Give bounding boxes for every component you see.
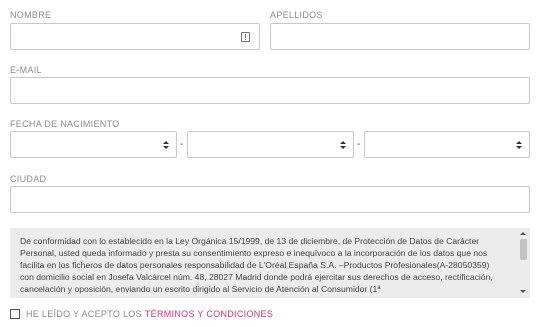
select-arrows-icon bbox=[163, 141, 169, 151]
year-select[interactable] bbox=[364, 131, 530, 158]
keyboard-warning-icon bbox=[241, 32, 250, 42]
consent-row: HE LEÍDO Y ACEPTO LOS TÉRMINOS Y CONDICI… bbox=[10, 309, 273, 319]
ciudad-input[interactable] bbox=[10, 186, 530, 213]
month-select[interactable] bbox=[187, 131, 354, 158]
nombre-input[interactable] bbox=[10, 23, 260, 50]
date-separator: - bbox=[357, 139, 361, 150]
scroll-thumb[interactable] bbox=[520, 239, 527, 260]
terms-link[interactable]: TÉRMINOS Y CONDICIONES bbox=[145, 309, 273, 319]
nombre-label: NOMBRE bbox=[10, 10, 52, 20]
terms-checkbox[interactable] bbox=[10, 309, 20, 319]
legal-text: De conformidad con lo establecido en la … bbox=[20, 236, 493, 295]
select-arrows-icon bbox=[340, 141, 346, 151]
ciudad-label: CIUDAD bbox=[10, 174, 47, 184]
select-arrows-icon bbox=[516, 141, 522, 151]
email-label: E-MAIL bbox=[10, 65, 42, 75]
date-separator: - bbox=[180, 139, 184, 150]
scroll-up-icon[interactable] bbox=[520, 232, 526, 235]
email-input[interactable] bbox=[10, 77, 530, 104]
apellidos-label: APELLIDOS bbox=[270, 10, 323, 20]
scroll-down-icon[interactable] bbox=[520, 290, 526, 293]
legal-scrollbar[interactable] bbox=[516, 228, 530, 298]
consent-label: HE LEÍDO Y ACEPTO LOS bbox=[26, 309, 142, 319]
day-select[interactable] bbox=[10, 131, 177, 158]
fecha-label: FECHA DE NACIMIENTO bbox=[10, 119, 120, 129]
legal-text-box[interactable]: De conformidad con lo establecido en la … bbox=[10, 228, 530, 298]
apellidos-input[interactable] bbox=[270, 23, 530, 50]
